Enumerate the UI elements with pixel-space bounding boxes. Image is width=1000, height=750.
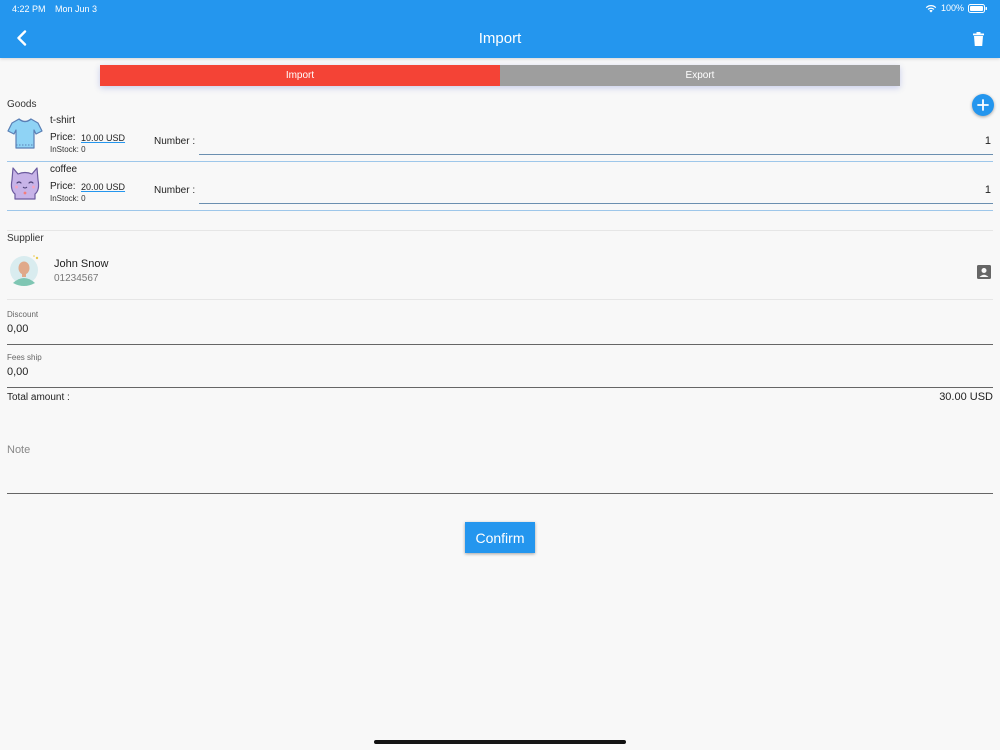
number-input[interactable]	[199, 176, 993, 204]
tshirt-icon	[7, 118, 43, 149]
status-date: Mon Jun 3	[55, 4, 98, 14]
fees-ship-label: Fees ship	[7, 353, 42, 362]
supplier-section-label: Supplier	[7, 233, 44, 244]
good-name: t-shirt	[50, 115, 75, 126]
supplier-phone: 01234567	[54, 273, 99, 284]
contact-card-icon[interactable]	[975, 263, 993, 281]
app-bar: 4:22 PM Mon Jun 3 100% Import	[0, 0, 1000, 58]
status-time: 4:22 PM	[12, 4, 46, 14]
total-amount-label: Total amount :	[7, 392, 70, 403]
plus-circle-icon	[977, 99, 989, 111]
home-indicator	[374, 740, 626, 744]
import-export-tabs: Import Export	[100, 65, 900, 86]
confirm-button[interactable]: Confirm	[465, 522, 535, 553]
trash-icon	[972, 32, 984, 46]
divider	[7, 230, 993, 231]
avatar	[10, 255, 39, 286]
status-indicators: 100%	[925, 3, 988, 13]
screen: 4:22 PM Mon Jun 3 100% Import Import Exp…	[0, 0, 1000, 750]
number-label: Number :	[154, 185, 196, 196]
good-stock: InStock: 0	[50, 194, 86, 203]
number-input[interactable]	[199, 127, 993, 155]
good-row: t-shirt Price: 10.00 USD InStock: 0 Numb…	[7, 113, 993, 162]
delete-button[interactable]	[966, 27, 990, 51]
fees-ship-input[interactable]	[7, 363, 993, 381]
divider	[7, 299, 993, 300]
good-price-link[interactable]: 10.00 USD	[81, 133, 125, 143]
cat-icon	[10, 167, 40, 200]
supplier-name: John Snow	[54, 258, 109, 270]
battery-icon	[968, 3, 987, 13]
note-input[interactable]	[7, 444, 993, 484]
fees-ship-field: Fees ship	[7, 353, 993, 388]
tab-import[interactable]: Import	[100, 65, 500, 86]
goods-section-label: Goods	[7, 99, 37, 110]
good-price-link[interactable]: 20.00 USD	[81, 182, 125, 192]
supplier-row[interactable]: John Snow 01234567	[7, 253, 993, 293]
good-row: coffee Price: 20.00 USD InStock: 0 Numbe…	[7, 162, 993, 211]
wifi-icon	[925, 4, 937, 12]
total-amount-value: 30.00 USD	[939, 391, 993, 403]
good-price-label: Price:	[50, 132, 76, 143]
note-field	[7, 440, 993, 494]
number-label: Number :	[154, 136, 196, 147]
page-title: Import	[478, 30, 522, 47]
good-name: coffee	[50, 164, 78, 175]
discount-field: Discount	[7, 310, 993, 345]
discount-input[interactable]	[7, 320, 993, 338]
battery-percent: 100%	[940, 3, 964, 13]
discount-label: Discount	[7, 310, 39, 319]
good-stock: InStock: 0	[50, 145, 86, 154]
good-price-label: Price:	[50, 181, 76, 192]
tab-export[interactable]: Export	[500, 65, 900, 86]
